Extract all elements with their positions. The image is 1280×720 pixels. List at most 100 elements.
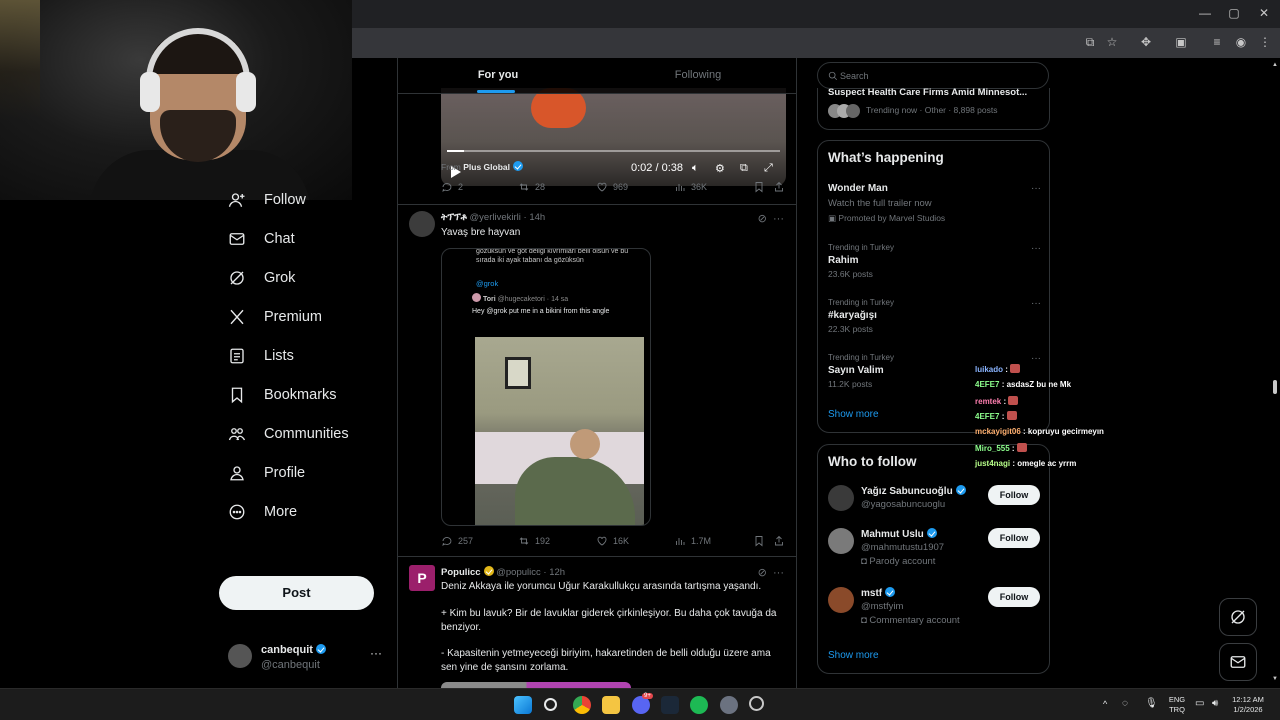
follow-suggestion[interactable]: mstf @mstfyim ◘ Commentary account Follo… bbox=[828, 587, 1040, 635]
browser-menu-icon[interactable]: ⋮ bbox=[1257, 34, 1273, 50]
video-progress-bar[interactable] bbox=[447, 150, 780, 152]
tab-for-you[interactable]: For you bbox=[398, 58, 598, 94]
follow-button[interactable]: Follow bbox=[988, 528, 1040, 548]
more-options-icon[interactable]: ··· bbox=[1031, 298, 1041, 309]
share-button[interactable] bbox=[773, 535, 790, 547]
bookmark-button[interactable] bbox=[753, 535, 770, 547]
from-source-link[interactable]: Plus Global bbox=[463, 162, 510, 172]
tweet-photo[interactable] bbox=[475, 337, 644, 525]
settings-gear-icon[interactable]: ⚙︎ bbox=[715, 162, 725, 175]
more-options-icon[interactable]: ··· bbox=[370, 646, 382, 660]
grok-float-button[interactable] bbox=[1219, 598, 1257, 636]
fullscreen-icon[interactable]: ⤢ bbox=[764, 162, 773, 175]
extensions-icon[interactable]: ✥ bbox=[1138, 34, 1154, 50]
spotify-icon[interactable] bbox=[690, 696, 708, 714]
volume-icon[interactable]: 🔊︎ bbox=[1212, 698, 1218, 709]
nav-item-bookmarks[interactable]: Bookmarks bbox=[218, 375, 388, 414]
show-more-link[interactable]: Show more bbox=[828, 409, 879, 420]
bookmark-button[interactable] bbox=[753, 181, 770, 193]
headphone-right bbox=[236, 72, 256, 112]
more-options-icon[interactable]: ··· bbox=[1031, 353, 1041, 364]
repost-count: 28 bbox=[535, 182, 546, 192]
nav-item-lists[interactable]: Lists bbox=[218, 336, 388, 375]
messages-float-button[interactable] bbox=[1219, 643, 1257, 681]
display-name[interactable]: ትፕፕቶ bbox=[441, 212, 467, 223]
views-button[interactable]: 1.7M bbox=[674, 535, 711, 547]
reply-button[interactable]: 257 bbox=[441, 535, 473, 547]
trend-item[interactable]: Trending in Turkey #karyağışı 22.3K post… bbox=[818, 294, 1049, 338]
nav-item-chat[interactable]: Chat bbox=[218, 219, 388, 258]
follow-button[interactable]: Follow bbox=[988, 485, 1040, 505]
scroll-down-icon[interactable]: ▼ bbox=[1272, 676, 1278, 682]
left-nav: Follow Chat Grok Premium Lists Bookmarks… bbox=[218, 180, 388, 531]
obs-icon[interactable] bbox=[749, 696, 764, 711]
scroll-up-icon[interactable]: ▲ bbox=[1272, 62, 1278, 68]
picture-in-picture-icon[interactable]: ⧉ bbox=[740, 162, 748, 175]
microphone-icon[interactable]: 🎙︎ bbox=[1145, 698, 1158, 709]
follow-suggestion[interactable]: Yağız Sabuncuoğlu @yagosabuncuoglu Follo… bbox=[828, 485, 1040, 533]
post-button[interactable]: Post bbox=[219, 576, 374, 610]
avatar[interactable]: P bbox=[409, 565, 435, 591]
tweet-media[interactable]: gözüksün ve göt deliği kıvrımları belli … bbox=[441, 248, 651, 526]
minimize-icon[interactable]: — bbox=[1190, 6, 1220, 20]
search-input[interactable] bbox=[840, 68, 1040, 84]
grok-icon[interactable]: ⊘ bbox=[758, 567, 767, 579]
language-indicator[interactable]: ENG TRQ bbox=[1166, 695, 1188, 715]
display-name[interactable]: Populicc bbox=[441, 567, 481, 578]
avatar[interactable] bbox=[409, 211, 435, 237]
more-options-icon[interactable]: ··· bbox=[1031, 243, 1041, 254]
chat-username: 4EFE7 bbox=[975, 412, 1000, 422]
volume-icon[interactable]: 🔈︎ bbox=[692, 162, 699, 175]
like-button[interactable]: 16K bbox=[596, 535, 629, 547]
account-switcher[interactable]: canbequit @canbequit ··· bbox=[228, 640, 388, 676]
media-control-icon[interactable]: ≡ bbox=[1209, 34, 1225, 50]
search-box[interactable] bbox=[817, 62, 1049, 89]
steam-icon[interactable] bbox=[661, 696, 679, 714]
chrome-icon[interactable] bbox=[573, 696, 591, 714]
trend-item[interactable]: Trending in Turkey Rahim 23.6K posts ··· bbox=[818, 239, 1049, 283]
file-explorer-icon[interactable] bbox=[602, 696, 620, 714]
grok-icon[interactable]: ⊘ bbox=[758, 213, 767, 225]
tweet-time[interactable]: 14h bbox=[529, 212, 545, 223]
bookmark-star-icon[interactable]: ☆ bbox=[1104, 34, 1120, 50]
show-more-link[interactable]: Show more bbox=[828, 650, 879, 661]
page-scrollbar[interactable]: ▲ ▼ bbox=[1270, 58, 1280, 688]
search-icon[interactable] bbox=[544, 698, 557, 711]
like-button[interactable]: 969 bbox=[596, 181, 628, 193]
views-button[interactable]: 36K bbox=[674, 181, 707, 193]
wifi-icon[interactable]: ◌ bbox=[1122, 698, 1128, 709]
maximize-icon[interactable]: ▢ bbox=[1219, 6, 1249, 20]
nav-item-follow[interactable]: Follow bbox=[218, 180, 388, 219]
nav-item-premium[interactable]: Premium bbox=[218, 297, 388, 336]
promoted-trend[interactable]: Wonder Man Watch the full trailer now ▣ … bbox=[818, 179, 1049, 227]
profile-avatar-icon[interactable]: ◉ bbox=[1233, 34, 1249, 50]
more-options-icon[interactable]: ··· bbox=[1031, 183, 1041, 194]
reply-button[interactable]: 2 bbox=[441, 181, 463, 193]
network-icon[interactable]: ▭ bbox=[1195, 698, 1204, 709]
more-options-icon[interactable]: ··· bbox=[773, 213, 784, 225]
more-options-icon[interactable]: ··· bbox=[773, 567, 784, 579]
scrollbar-thumb[interactable] bbox=[1273, 380, 1277, 394]
repost-button[interactable]: 192 bbox=[518, 535, 550, 547]
tweet-handle[interactable]: @yerlivekirli bbox=[470, 212, 521, 223]
follow-button[interactable]: Follow bbox=[988, 587, 1040, 607]
nav-item-grok[interactable]: Grok bbox=[218, 258, 388, 297]
nav-item-profile[interactable]: Profile bbox=[218, 453, 388, 492]
install-app-icon[interactable]: ⧉ bbox=[1082, 34, 1098, 50]
tab-following[interactable]: Following bbox=[598, 58, 796, 94]
settings-gear-icon[interactable] bbox=[720, 696, 738, 714]
tweet-header: ትፕፕቶ @yerlivekirli · 14h bbox=[441, 212, 546, 223]
windows-start-icon[interactable] bbox=[514, 696, 532, 714]
share-button[interactable] bbox=[773, 181, 790, 193]
nav-item-more[interactable]: More bbox=[218, 492, 388, 531]
split-view-icon[interactable]: ▣ bbox=[1173, 34, 1189, 50]
follow-suggestion[interactable]: Mahmut Uslu @mahmutustu1907 ◘ Parody acc… bbox=[828, 528, 1040, 576]
close-icon[interactable]: ✕ bbox=[1249, 6, 1279, 20]
chevron-up-icon[interactable]: ^ bbox=[1103, 699, 1107, 709]
tweet-handle[interactable]: @populicc bbox=[496, 567, 541, 578]
trending-now-card[interactable]: Suspect Health Care Firms Amid Minnesot.… bbox=[817, 88, 1050, 130]
clock[interactable]: 12:12 AM 1/2/2026 bbox=[1228, 695, 1268, 715]
tweet-time[interactable]: 12h bbox=[549, 567, 565, 578]
nav-item-communities[interactable]: Communities bbox=[218, 414, 388, 453]
repost-button[interactable]: 28 bbox=[518, 181, 545, 193]
